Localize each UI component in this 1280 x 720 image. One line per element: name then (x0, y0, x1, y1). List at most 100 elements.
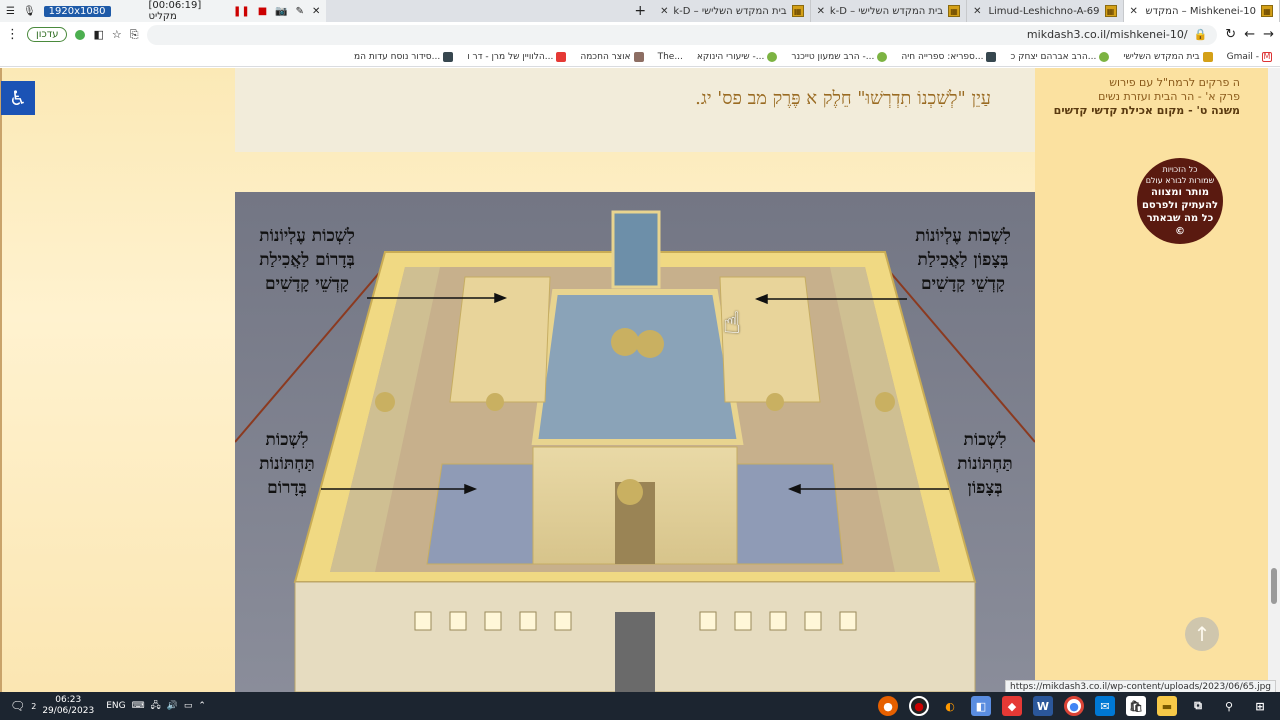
breadcrumb-item[interactable]: פרק א' - הר הבית ועזרת נשים (1054, 90, 1240, 104)
reference-note: עַיֵן "לְשִׁכְנוֹ תִדְרְשׁוּ" חֵלֶק א פֶ… (695, 88, 991, 109)
word-icon[interactable]: W (1033, 696, 1053, 716)
bookmark-label: אוצר החכמה (580, 51, 631, 62)
bookmark-icon (1202, 51, 1213, 62)
breadcrumb-item[interactable]: ה פרקים לרמח"ל עם פירוש (1054, 76, 1240, 90)
accessibility-icon[interactable]: ♿ (1, 81, 35, 115)
tab-close-icon[interactable]: ✕ (660, 6, 668, 17)
kebab-menu-icon[interactable]: ⋮ (6, 27, 19, 42)
tab-mishkenei[interactable]: ✕ Mishkenei-10 – המקדש השלישי ▦ (1123, 0, 1280, 22)
task-view-icon[interactable]: ⧉ (1188, 696, 1208, 716)
url-text: mikdash3.co.il/mishkenei-10/ (1026, 28, 1188, 41)
recorder-resolution: 1920x1080 (43, 5, 111, 17)
mail-icon[interactable]: ✉ (1095, 696, 1115, 716)
firefox-icon[interactable]: ● (878, 696, 898, 716)
bookmark-item[interactable]: בית המקדש השלישי (1123, 51, 1213, 62)
bookmark-item[interactable]: הלוויין של מרן - דר ו... (467, 51, 567, 62)
pen-icon[interactable]: ✎ (296, 6, 304, 17)
bookmark-item[interactable]: The... (658, 52, 683, 62)
gmail-icon: M (1262, 51, 1272, 62)
bookmark-star-icon[interactable]: ☆ (112, 28, 122, 41)
close-recorder-icon[interactable]: ✕ (312, 6, 320, 17)
bookmark-label: הרב שמעון טייכנר -... (791, 51, 875, 62)
bookmark-item[interactable]: שיעורי הינוקא -... (697, 51, 778, 62)
tab-label: בית המקדש השלישי – Book-D (673, 5, 787, 17)
stop-icon[interactable]: ■ (258, 6, 267, 17)
lock-icon: 🔒 (1193, 28, 1208, 41)
tab-close-icon[interactable]: ✕ (1130, 6, 1138, 17)
tab-close-icon[interactable]: ✕ (817, 6, 825, 17)
bookmark-label: הרב אברהם יצחק כ... (1010, 51, 1097, 62)
copyright-line: שמורות לבורא עולם (1145, 176, 1215, 185)
bookmark-item[interactable]: Gmail -M (1226, 51, 1272, 62)
new-tab-button[interactable]: + (626, 3, 654, 19)
anydesk-icon[interactable]: ◆ (1002, 696, 1022, 716)
hand-cursor-icon: ☝ (723, 306, 742, 341)
bookmark-item[interactable]: הרב אברהם יצחק כ... (1010, 51, 1110, 62)
profile-avatar[interactable] (75, 29, 86, 40)
app-icon[interactable]: ◧ (971, 696, 991, 716)
bookmark-label: The... (657, 51, 683, 62)
tab-limud[interactable]: ✕ Limud-Leshichno-A-69 – השלישי ▦ (967, 0, 1124, 22)
back-icon[interactable]: ← (1244, 27, 1255, 42)
chrome-icon[interactable]: ● (1064, 696, 1084, 716)
tab-close-icon[interactable]: ✕ (973, 6, 981, 17)
tab-label: בית המקדש השלישי – Book-D (830, 5, 944, 17)
bookmark-icon (633, 51, 644, 62)
store-icon[interactable]: 🛍 (1126, 696, 1146, 716)
label-lower-north: לִשְׁכוֹת תַּחְתּוֹנוֹת בְּצָפוֹן (957, 430, 1013, 498)
bookmark-label: בית המקדש השלישי (1123, 51, 1200, 62)
copyright-line: להעתיק ולפרסם (1141, 200, 1219, 211)
file-explorer-icon[interactable]: ▬ (1157, 696, 1177, 716)
obs-icon[interactable]: ● (909, 696, 929, 716)
app-icon[interactable]: ◐ (940, 696, 960, 716)
bookmark-icon (877, 51, 888, 62)
bookmark-item[interactable]: הרב שמעון טייכנר -... (791, 51, 888, 62)
page-border (0, 68, 2, 692)
language-indicator[interactable]: ENG (106, 701, 125, 711)
volume-icon[interactable]: 🔊 (167, 701, 178, 711)
mic-icon[interactable]: 🎙 (23, 6, 36, 17)
sidebar-icon[interactable]: ◧ (93, 28, 103, 41)
bookmark-item[interactable]: אוצר החכמה (580, 51, 644, 62)
tab-label: Mishkenei-10 – המקדש השלישי (1143, 5, 1257, 17)
pause-icon[interactable]: ❚❚ (233, 6, 250, 17)
bookmark-icon (767, 51, 778, 62)
site-favicon: ▦ (1104, 5, 1117, 17)
scroll-to-top-button[interactable]: ↑ (1185, 617, 1219, 651)
copyright-badge: כל הזכויות שמורות לבורא עולם מותר ומצווה… (1137, 158, 1223, 244)
tab-label: Limud-Leshichno-A-69 – השלישי (986, 5, 1100, 17)
side-panel: ה פרקים לרמח"ל עם פירוש פרק א' - הר הבית… (1035, 68, 1280, 692)
taskbar-clock[interactable]: 06:23 29/06/2023 (42, 695, 94, 717)
reload-icon[interactable]: ↻ (1225, 27, 1236, 42)
camera-icon[interactable]: 📷 (275, 6, 287, 17)
windows-start-icon[interactable]: ⊞ (1250, 696, 1270, 716)
bookmark-label: Gmail - (1226, 51, 1259, 62)
tab-book-d-2[interactable]: ✕ בית המקדש השלישי – Book-D ▦ (811, 0, 968, 22)
bookmark-label: ספריא: ספרייה חיה... (901, 51, 984, 62)
temple-illustration: לִשְׁכוֹת עֶלְיוֹנוֹת בְּדָרוֹם לַאֲכִיל… (235, 192, 1035, 692)
forward-icon[interactable]: → (1263, 27, 1274, 42)
page-scrollbar[interactable] (1268, 68, 1280, 692)
bookmark-icon (1099, 51, 1110, 62)
scrollbar-thumb[interactable] (1271, 568, 1277, 604)
notifications-icon[interactable]: 🗨 (10, 699, 25, 713)
menu-icon[interactable]: ☰ (6, 6, 15, 17)
tab-book-d-1[interactable]: ✕ בית המקדש השלישי – Book-D ▦ (654, 0, 811, 22)
notification-count: 2 (31, 701, 37, 711)
site-favicon: ▦ (791, 5, 804, 17)
site-favicon: ▦ (948, 5, 961, 17)
chevron-up-icon[interactable]: ⌃ (198, 701, 206, 711)
label-lower-south: לִשְׁכוֹת תַּחְתּוֹנוֹת בְּדָרוֹם (259, 430, 315, 498)
update-button[interactable]: עדכון (27, 27, 68, 42)
browser-toolbar: ⋮ עדכון ◧ ☆ ⎘ mikdash3.co.il/mishkenei-1… (0, 22, 1280, 47)
address-bar[interactable]: mikdash3.co.il/mishkenei-10/ 🔒 (146, 24, 1218, 45)
battery-icon[interactable]: ▭ (184, 701, 193, 711)
update-label: עדכון (36, 29, 59, 40)
share-icon[interactable]: ⎘ (130, 28, 139, 42)
network-icon[interactable]: 🖧 (151, 698, 161, 714)
bookmark-item[interactable]: ספריא: ספרייה חיה... (901, 51, 997, 62)
keyboard-icon[interactable]: ⌨ (132, 701, 145, 711)
search-icon[interactable]: ⚲ (1219, 696, 1239, 716)
bookmark-item[interactable]: סידור נוסח עדות המ... (354, 51, 454, 62)
windows-taskbar: 🗨 2 06:23 29/06/2023 ENG ⌨ 🖧 🔊 ▭ ⌃ ● ● ◐… (0, 692, 1280, 720)
